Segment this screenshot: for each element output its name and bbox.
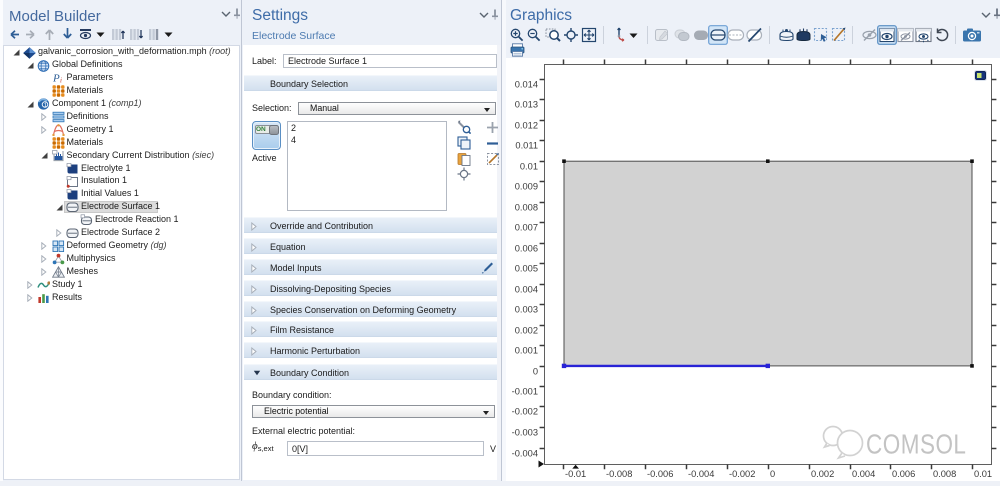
svg-text:0.01: 0.01 <box>974 469 992 479</box>
svg-text:-0.004: -0.004 <box>688 469 714 479</box>
svg-text:0.012: 0.012 <box>515 121 538 131</box>
svg-text:0.014: 0.014 <box>515 80 538 90</box>
svg-text:-0.01: -0.01 <box>565 469 586 479</box>
svg-text:0.002: 0.002 <box>515 326 538 336</box>
svg-text:0: 0 <box>533 367 538 377</box>
svg-text:P: P <box>52 73 60 85</box>
svg-text:0.006: 0.006 <box>892 469 915 479</box>
svg-text:0.008: 0.008 <box>933 469 956 479</box>
svg-text:0.002: 0.002 <box>811 469 834 479</box>
svg-text:0.001: 0.001 <box>515 346 538 356</box>
svg-text:0.006: 0.006 <box>515 244 538 254</box>
svg-text:0.003: 0.003 <box>515 305 538 315</box>
svg-text:0.013: 0.013 <box>515 100 538 110</box>
svg-text:COMSOL: COMSOL <box>866 429 966 460</box>
svg-text:-0.002: -0.002 <box>729 469 755 479</box>
svg-text:-0.004: -0.004 <box>512 449 538 459</box>
svg-text:-0.001: -0.001 <box>512 387 538 397</box>
svg-text:0.004: 0.004 <box>515 285 538 295</box>
svg-text:-0.003: -0.003 <box>512 428 538 438</box>
svg-text:-0.008: -0.008 <box>606 469 632 479</box>
svg-text:0.011: 0.011 <box>515 141 538 151</box>
svg-text:-0.002: -0.002 <box>512 407 538 417</box>
svg-text:0.008: 0.008 <box>515 203 538 213</box>
svg-text:0.009: 0.009 <box>515 182 538 192</box>
svg-text:0.005: 0.005 <box>515 264 538 274</box>
svg-text:i: i <box>60 77 62 85</box>
svg-text:0.004: 0.004 <box>852 469 875 479</box>
svg-text:0.01: 0.01 <box>520 162 538 172</box>
svg-text:0: 0 <box>770 469 775 479</box>
svg-text:0.007: 0.007 <box>515 223 538 233</box>
svg-text:-0.006: -0.006 <box>647 469 673 479</box>
